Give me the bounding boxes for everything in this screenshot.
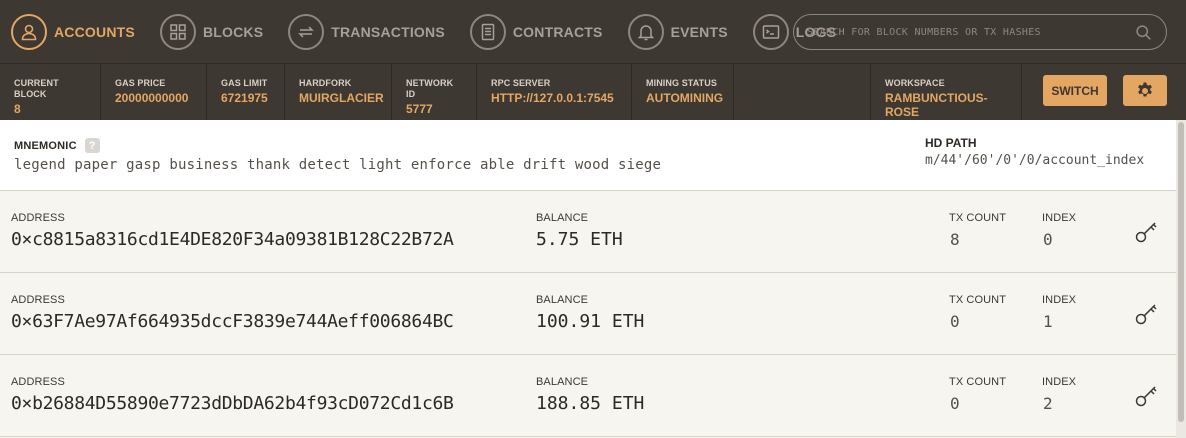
tx-count-label: TX COUNT xyxy=(949,376,1007,388)
top-navigation: ACCOUNTS BLOCKS TRANSACTIONS CONTRACTS E… xyxy=(0,0,1186,63)
workspace-label: WORKSPACE xyxy=(885,78,945,88)
show-keys-button[interactable] xyxy=(1131,297,1163,329)
settings-button[interactable] xyxy=(1123,75,1167,106)
switch-button[interactable]: SWITCH xyxy=(1043,75,1107,106)
key-icon xyxy=(1135,304,1157,325)
search-box xyxy=(793,14,1167,50)
status-label: GAS LIMIT xyxy=(221,78,268,88)
hd-path-label: HD PATH xyxy=(925,136,977,150)
search-icon[interactable] xyxy=(1135,24,1152,41)
account-address: 0×b26884D55890e7723dDbDA62b4f93cD072Cd1c… xyxy=(11,393,454,414)
status-label: HARDFORK xyxy=(299,78,352,88)
mnemonic-words: legend paper gasp business thank detect … xyxy=(14,157,662,173)
account-balance: 100.91 ETH xyxy=(536,311,645,332)
account-tx-count: 8 xyxy=(950,230,960,249)
show-keys-button[interactable] xyxy=(1131,379,1163,411)
nav-transactions[interactable]: TRANSACTIONS xyxy=(288,0,445,63)
nav-accounts-label: ACCOUNTS xyxy=(54,23,135,40)
account-row[interactable]: ADDRESS 0×c8815a8316cd1E4DE820F34a09381B… xyxy=(0,191,1176,273)
nav-accounts[interactable]: ACCOUNTS xyxy=(11,0,135,63)
status-label: NETWORK ID xyxy=(406,78,454,99)
document-icon xyxy=(469,13,506,50)
account-tx-count: 0 xyxy=(950,312,960,331)
status-value: 8 xyxy=(14,102,21,116)
person-icon xyxy=(11,13,47,50)
balance-label: BALANCE xyxy=(536,294,589,306)
status-gas-price: GAS PRICE 20000000000 xyxy=(101,64,207,120)
tx-count-label: TX COUNT xyxy=(949,294,1007,306)
address-label: ADDRESS xyxy=(11,294,65,306)
accounts-list: ADDRESS 0×c8815a8316cd1E4DE820F34a09381B… xyxy=(0,191,1176,437)
status-value: 6721975 xyxy=(221,91,268,105)
status-current-block: CURRENT BLOCK 8 xyxy=(0,64,101,120)
status-bar: CURRENT BLOCK 8 GAS PRICE 20000000000 GA… xyxy=(0,63,1186,120)
account-index: 0 xyxy=(1043,230,1053,249)
scrollbar-thumb[interactable] xyxy=(1178,122,1184,422)
status-hardfork: HARDFORK MUIRGLACIER xyxy=(285,64,392,120)
status-workspace: WORKSPACE RAMBUNCTIOUS-ROSE xyxy=(870,64,1022,120)
status-label: RPC SERVER xyxy=(491,78,551,88)
show-keys-button[interactable] xyxy=(1131,215,1163,247)
status-gas-limit: GAS LIMIT 6721975 xyxy=(207,64,285,120)
workspace-value: RAMBUNCTIOUS-ROSE xyxy=(885,91,988,119)
index-label: INDEX xyxy=(1042,376,1077,388)
help-icon[interactable]: ? xyxy=(84,138,100,153)
nav-contracts[interactable]: CONTRACTS xyxy=(469,0,603,63)
nav-blocks-label: BLOCKS xyxy=(202,23,264,40)
hd-path-value: m/44'/60'/0'/0/account_index xyxy=(925,153,1145,168)
bell-icon xyxy=(627,13,664,50)
nav-contracts-label: CONTRACTS xyxy=(512,23,603,40)
mnemonic-panel: MNEMONIC ? legend paper gasp business th… xyxy=(0,120,1176,191)
account-address: 0×c8815a8316cd1E4DE820F34a09381B128C22B7… xyxy=(11,229,454,250)
key-icon xyxy=(1135,222,1157,243)
account-index: 2 xyxy=(1043,394,1053,413)
gear-icon xyxy=(1138,82,1152,96)
balance-label: BALANCE xyxy=(536,376,589,388)
status-rpc-server: RPC SERVER HTTP://127.0.0.1:7545 xyxy=(477,64,632,120)
tx-count-label: TX COUNT xyxy=(949,212,1007,224)
account-row[interactable]: ADDRESS 0×b26884D55890e7723dDbDA62b4f93c… xyxy=(0,355,1176,437)
account-balance: 188.85 ETH xyxy=(536,393,645,414)
status-label: MINING STATUS xyxy=(646,78,717,88)
address-label: ADDRESS xyxy=(11,376,65,388)
nav-events-label: EVENTS xyxy=(670,23,728,40)
status-label: CURRENT BLOCK xyxy=(14,78,59,99)
status-value: 5777 xyxy=(406,102,433,116)
account-row[interactable]: ADDRESS 0×63F7Ae97Af664935dccF3839e744Ae… xyxy=(0,273,1176,355)
balance-label: BALANCE xyxy=(536,212,589,224)
arrows-exchange-icon xyxy=(288,13,325,50)
search-input[interactable] xyxy=(807,26,1127,38)
grid-icon xyxy=(159,13,196,50)
status-value: 20000000000 xyxy=(115,91,189,105)
terminal-icon xyxy=(752,13,789,50)
nav-transactions-label: TRANSACTIONS xyxy=(331,23,445,40)
index-label: INDEX xyxy=(1042,294,1077,306)
mnemonic-title: MNEMONIC ? xyxy=(14,138,100,153)
status-mining-status: MINING STATUS AUTOMINING xyxy=(632,64,734,120)
account-tx-count: 0 xyxy=(950,394,960,413)
status-label: GAS PRICE xyxy=(115,78,166,88)
account-address: 0×63F7Ae97Af664935dccF3839e744Aeff006864… xyxy=(11,311,454,332)
status-network-id: NETWORK ID 5777 xyxy=(392,64,477,120)
status-value: HTTP://127.0.0.1:7545 xyxy=(491,91,614,105)
account-balance: 5.75 ETH xyxy=(536,229,623,250)
nav-blocks[interactable]: BLOCKS xyxy=(159,0,264,63)
key-icon xyxy=(1135,386,1157,407)
status-value: MUIRGLACIER xyxy=(299,91,384,105)
address-label: ADDRESS xyxy=(11,212,65,224)
scrollbar[interactable] xyxy=(1176,120,1186,438)
status-value: AUTOMINING xyxy=(646,91,724,105)
mnemonic-label: MNEMONIC xyxy=(14,139,77,152)
account-index: 1 xyxy=(1043,312,1053,331)
index-label: INDEX xyxy=(1042,212,1077,224)
nav-events[interactable]: EVENTS xyxy=(627,0,728,63)
